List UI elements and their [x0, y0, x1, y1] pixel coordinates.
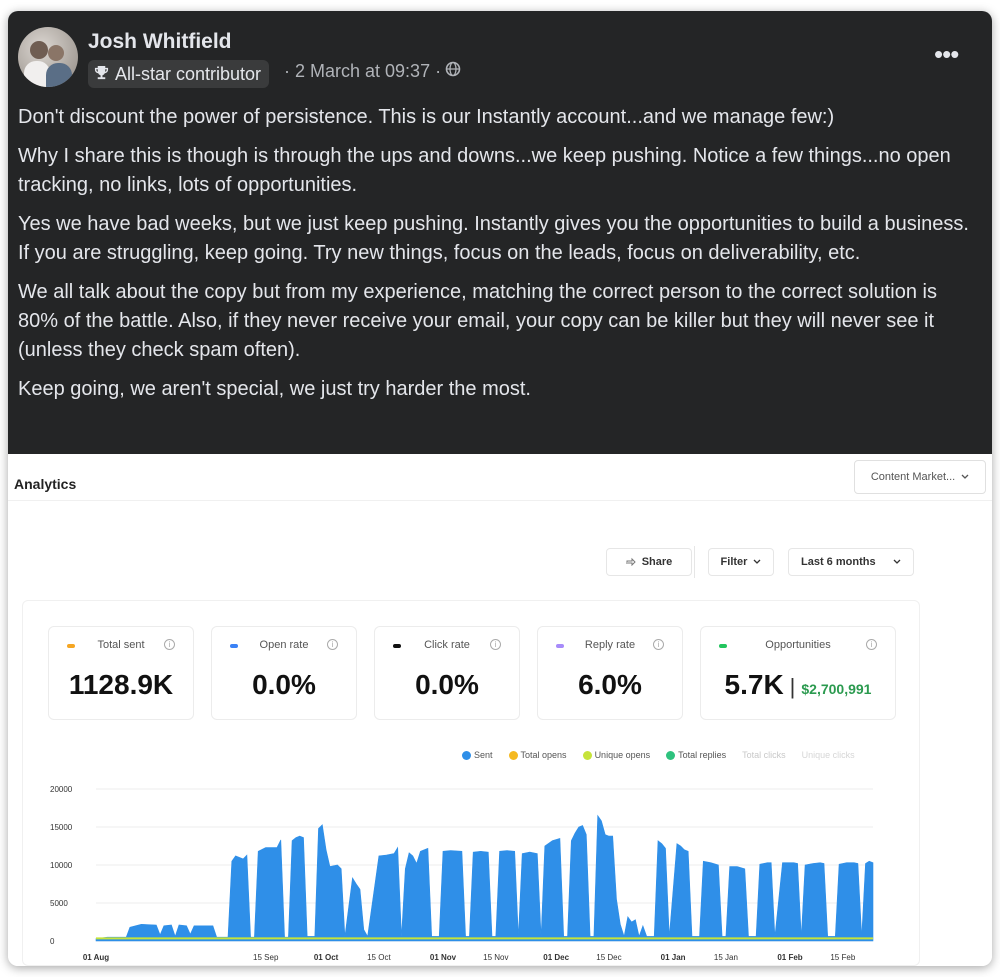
- legend-label: Total opens: [520, 750, 567, 760]
- globe-icon[interactable]: [445, 61, 461, 82]
- post-paragraph: Why I share this is though is through th…: [18, 145, 951, 196]
- facebook-post: Josh Whitfield All-star contributor · 2 …: [8, 11, 992, 454]
- stat-value: 6.0%: [578, 669, 642, 700]
- avatar[interactable]: [18, 27, 78, 87]
- info-icon[interactable]: i: [327, 639, 338, 650]
- info-icon[interactable]: i: [653, 639, 664, 650]
- analytics-screenshot: Analytics Content Market... Share Filter…: [8, 454, 992, 966]
- share-icon: [626, 556, 636, 569]
- legend-item-total-opens[interactable]: Total opens: [508, 750, 567, 760]
- more-options-icon[interactable]: •••: [934, 39, 959, 70]
- info-icon[interactable]: i: [164, 639, 175, 650]
- date-range-label: Last 6 months: [801, 556, 876, 568]
- legend-swatch: [508, 750, 518, 760]
- legend-item-unique-clicks[interactable]: Unique clicks: [802, 750, 855, 760]
- stat-value-row: 5.7K | $2,700,991: [701, 669, 895, 701]
- header-divider: [8, 500, 992, 501]
- legend-label: Sent: [474, 750, 493, 760]
- x-tick-label: 01 Oct: [314, 953, 339, 962]
- legend-item-unique-opens[interactable]: Unique opens: [582, 750, 651, 760]
- date-range-select[interactable]: Last 6 months: [788, 548, 914, 576]
- x-tick-label: 15 Oct: [367, 953, 391, 962]
- stat-value: 0.0%: [252, 669, 316, 700]
- legend-item-total-replies[interactable]: Total replies: [666, 750, 726, 760]
- trophy-icon: [94, 64, 109, 85]
- stat-card-total-sent: Total sent i 1128.9K: [48, 626, 194, 720]
- author-name[interactable]: Josh Whitfield: [88, 30, 232, 54]
- workspace-label: Content Market...: [870, 471, 956, 483]
- analytics-title: Analytics: [14, 476, 77, 492]
- post-paragraph: Don't discount the power of persistence.…: [18, 106, 835, 128]
- sent-area-chart: 20000 15000 10000 5000 0 01 Aug 15 Sep 01 Oct 15…: [50, 785, 874, 962]
- screenshot-frame: Josh Whitfield All-star contributor · 2 …: [8, 11, 992, 966]
- x-tick-label: 15 Feb: [830, 953, 855, 962]
- x-tick-label: 01 Dec: [543, 953, 569, 962]
- post-paragraph: We all talk about the copy but from my e…: [18, 281, 937, 361]
- legend-swatch: [582, 750, 592, 760]
- y-tick-label: 15000: [50, 823, 73, 832]
- x-tick-label: 15 Sep: [253, 953, 279, 962]
- x-tick-label: 15 Jan: [714, 953, 738, 962]
- legend-label: Unique opens: [594, 750, 651, 760]
- info-icon[interactable]: i: [866, 639, 877, 650]
- value-separator: |: [789, 674, 796, 699]
- filter-button[interactable]: Filter: [708, 548, 774, 576]
- share-button[interactable]: Share: [606, 548, 692, 576]
- stat-value: 0.0%: [415, 669, 479, 700]
- chart-legend: Sent Total opens Unique opens Total repl…: [462, 750, 855, 760]
- legend-label: Total replies: [678, 750, 727, 760]
- stat-value: 1128.9K: [68, 669, 174, 700]
- legend-label: Total clicks: [742, 750, 786, 760]
- y-tick-label: 20000: [50, 785, 73, 794]
- chevron-down-icon: [753, 556, 761, 568]
- post-timestamp[interactable]: · 2 March at 09:37 ·: [284, 61, 441, 82]
- y-tick-label: 10000: [50, 861, 73, 870]
- legend-swatch: [666, 750, 676, 760]
- toolbar-divider: [694, 546, 695, 578]
- x-tick-label: 15 Dec: [596, 953, 621, 962]
- opportunity-value: $2,700,991: [801, 681, 872, 697]
- y-tick-label: 5000: [50, 899, 68, 908]
- chevron-down-icon: [893, 556, 901, 568]
- workspace-select[interactable]: Content Market...: [854, 460, 986, 494]
- filter-label: Filter: [720, 556, 748, 568]
- post-body: Don't discount the power of persistence.…: [18, 103, 978, 414]
- legend-swatch: [462, 750, 471, 760]
- legend-item-sent[interactable]: Sent: [462, 750, 493, 760]
- x-tick-label: 01 Jan: [661, 953, 686, 962]
- share-label: Share: [641, 556, 673, 568]
- x-tick-label: 01 Feb: [777, 953, 802, 962]
- stat-card-open-rate: Open rate i 0.0%: [211, 626, 357, 720]
- chevron-down-icon: [961, 471, 969, 483]
- y-tick-label: 0: [50, 937, 55, 946]
- badge-label: All-star contributor: [115, 63, 262, 84]
- x-tick-label: 01 Nov: [430, 953, 457, 962]
- contributor-badge[interactable]: All-star contributor: [88, 60, 270, 88]
- stat-card-click-rate: Click rate i 0.0%: [374, 626, 520, 720]
- stat-value: 5.7K: [724, 669, 784, 700]
- stat-card-reply-rate: Reply rate i 6.0%: [537, 626, 683, 720]
- legend-label: Unique clicks: [801, 750, 855, 760]
- legend-item-total-clicks[interactable]: Total clicks: [742, 750, 786, 760]
- info-icon[interactable]: i: [490, 639, 501, 650]
- post-paragraph: Yes we have bad weeks, but we just keep …: [18, 213, 969, 264]
- stat-card-opportunities: Opportunities i 5.7K | $2,700,991: [700, 626, 896, 720]
- post-paragraph: Keep going, we aren't special, we just t…: [18, 378, 531, 400]
- post-meta: · 2 March at 09:37 ·: [284, 61, 461, 82]
- x-tick-label: 01 Aug: [83, 953, 109, 962]
- x-tick-label: 15 Nov: [483, 953, 508, 962]
- series-area-sent: [95, 814, 874, 942]
